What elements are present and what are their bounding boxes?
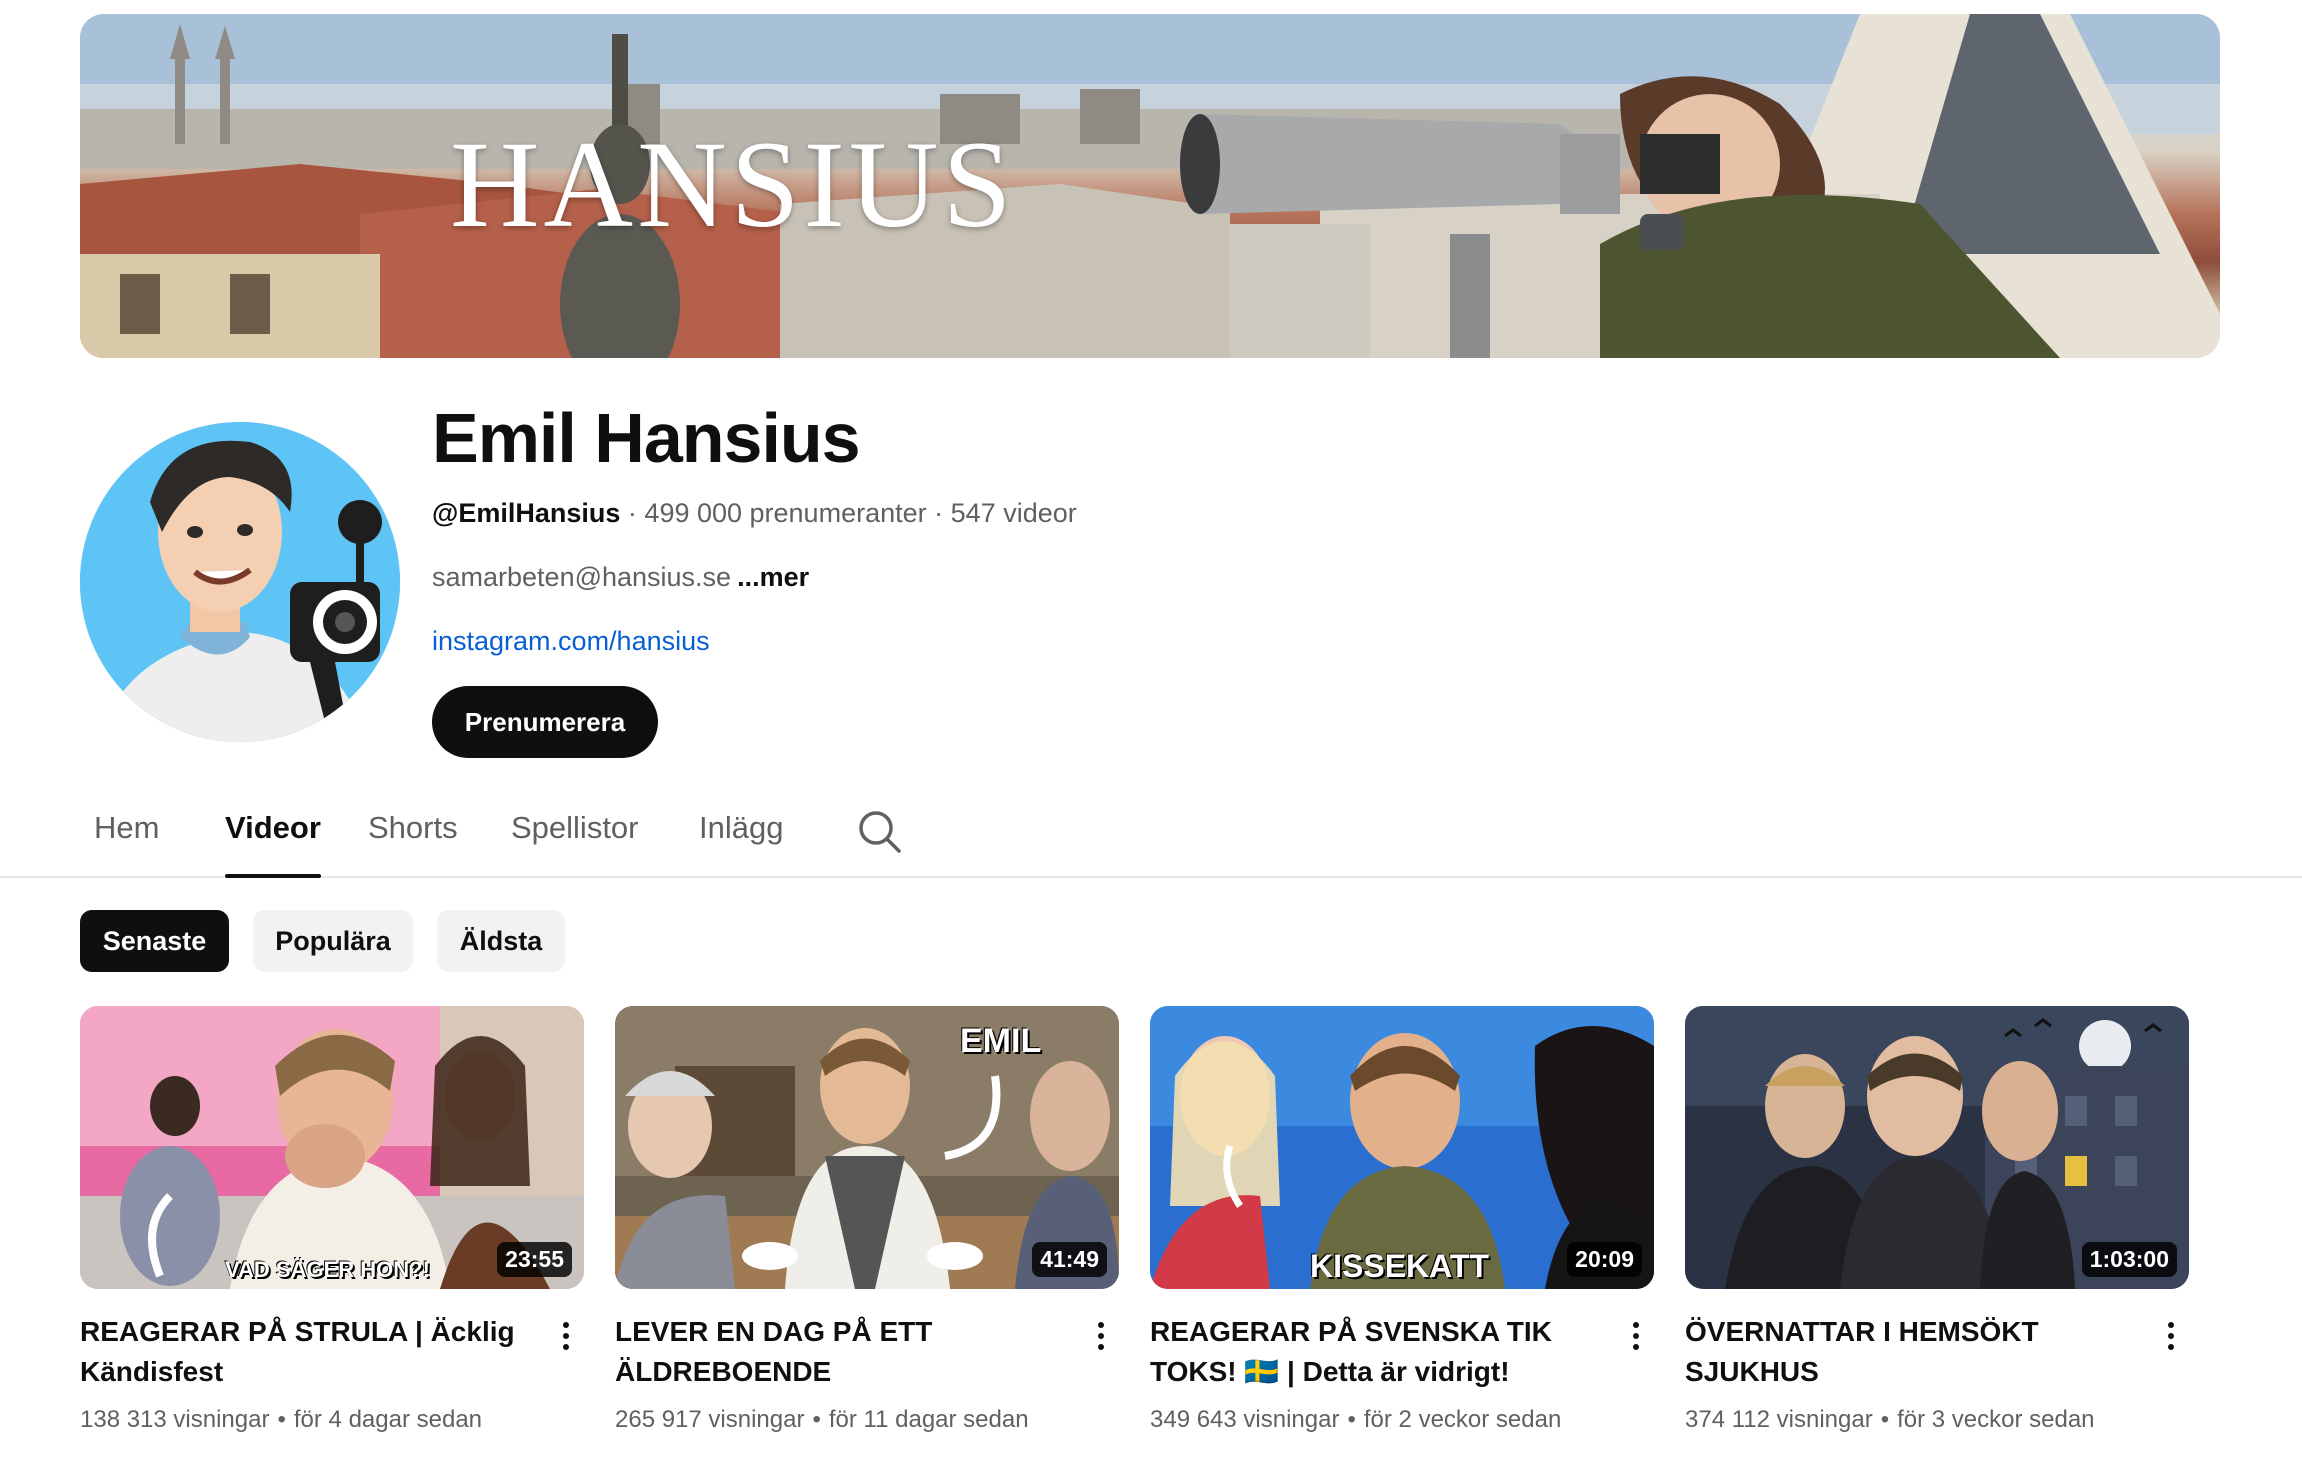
video-thumbnail[interactable]: VAD SÄGER HON?! 23:55	[80, 1006, 584, 1289]
channel-link[interactable]: instagram.com/hansius	[432, 626, 710, 657]
video-thumbnail[interactable]: KISSEKATT 20:09	[1150, 1006, 1654, 1289]
video-card[interactable]: VAD SÄGER HON?! 23:55 REAGERAR PÅ STRULA…	[80, 1006, 584, 1433]
banner-image	[80, 14, 2220, 358]
chip-senaste[interactable]: Senaste	[80, 910, 229, 972]
upload-age: för 4 dagar sedan	[293, 1406, 483, 1433]
video-stats: 349 643 visningar • för 2 veckor sedan	[1150, 1406, 1561, 1434]
video-card[interactable]: KISSEKATT 20:09 REAGERAR PÅ SVENSKA TIK …	[1150, 1006, 1654, 1433]
video-stats: 265 917 visningar • för 11 dagar sedan	[615, 1406, 1029, 1434]
video-title[interactable]: LEVER EN DAG PÅ ETT ÄLDREBOENDE	[615, 1312, 1055, 1392]
channel-tabs: Hem Videor Shorts Spellistor Inlägg	[0, 800, 2302, 878]
view-count: 138 313 visningar	[80, 1406, 270, 1433]
video-duration: 41:49	[1032, 1242, 1107, 1277]
stats-separator: •	[1880, 1406, 1890, 1433]
search-icon[interactable]	[856, 808, 902, 854]
video-card[interactable]: EMIL 41:49 LEVER EN DAG PÅ ETT ÄLDREBOEN…	[615, 1006, 1119, 1433]
video-thumbnail[interactable]: EMIL 41:49	[615, 1006, 1119, 1289]
more-vertical-icon[interactable]	[2159, 1316, 2183, 1356]
more-vertical-icon[interactable]	[1089, 1316, 1113, 1356]
tab-spellistor[interactable]: Spellistor	[511, 810, 639, 876]
video-duration: 20:09	[1567, 1242, 1642, 1277]
stats-separator: •	[277, 1406, 286, 1433]
thumbnail-caption: EMIL	[960, 1022, 1042, 1060]
video-count: 547 videor	[950, 498, 1077, 528]
video-thumbnail[interactable]: 1:03:00	[1685, 1006, 2189, 1289]
view-count: 374 112 visningar	[1685, 1406, 1873, 1433]
tab-shorts[interactable]: Shorts	[368, 810, 458, 876]
subscribe-button[interactable]: Prenumerera	[432, 686, 658, 758]
stats-separator: •	[1347, 1406, 1356, 1433]
chip-aldsta[interactable]: Äldsta	[437, 910, 565, 972]
more-vertical-icon[interactable]	[1624, 1316, 1648, 1356]
meta-separator: ·	[627, 498, 637, 528]
view-count: 349 643 visningar	[1150, 1406, 1340, 1433]
thumbnail-caption: VAD SÄGER HON?!	[225, 1257, 430, 1282]
video-card[interactable]: 1:03:00 ÖVERNATTAR I HEMSÖKT SJUKHUS 374…	[1685, 1006, 2189, 1433]
video-stats: 138 313 visningar • för 4 dagar sedan	[80, 1406, 482, 1434]
upload-age: för 2 veckor sedan	[1363, 1406, 1562, 1433]
more-link[interactable]: ...mer	[737, 562, 809, 592]
channel-handle[interactable]: @EmilHansius	[432, 498, 620, 528]
channel-meta: @EmilHansius · 499 000 prenumeranter · 5…	[432, 498, 1077, 529]
meta-separator: ·	[934, 498, 944, 528]
video-stats: 374 112 visningar • för 3 veckor sedan	[1685, 1406, 2095, 1434]
upload-age: för 11 dagar sedan	[828, 1406, 1029, 1433]
channel-name: Emil Hansius	[432, 399, 861, 477]
avatar-illustration	[80, 422, 400, 742]
video-duration: 23:55	[497, 1242, 572, 1277]
channel-banner: HANSIUS	[80, 14, 2220, 358]
stats-separator: •	[812, 1406, 821, 1433]
video-duration: 1:03:00	[2081, 1242, 2177, 1277]
video-title[interactable]: ÖVERNATTAR I HEMSÖKT SJUKHUS	[1685, 1312, 2125, 1392]
chip-populara[interactable]: Populära	[253, 910, 413, 972]
video-title[interactable]: REAGERAR PÅ SVENSKA TIK TOKS! 🇸🇪 | Detta…	[1150, 1312, 1590, 1392]
thumbnail-caption: KISSEKATT	[1310, 1248, 1489, 1284]
channel-description[interactable]: samarbeten@hansius.se ...mer	[432, 562, 809, 593]
more-vertical-icon[interactable]	[554, 1316, 578, 1356]
tab-hem[interactable]: Hem	[94, 810, 159, 876]
view-count: 265 917 visningar	[615, 1406, 805, 1433]
video-title[interactable]: REAGERAR PÅ STRULA | Äcklig Kändisfest	[80, 1312, 520, 1392]
subscriber-count: 499 000 prenumeranter	[644, 498, 927, 528]
tab-videor[interactable]: Videor	[225, 810, 321, 878]
banner-logo-text: HANSIUS	[450, 116, 1016, 253]
tab-inlagg[interactable]: Inlägg	[699, 810, 783, 876]
description-text: samarbeten@hansius.se	[432, 562, 732, 592]
upload-age: för 3 veckor sedan	[1897, 1406, 2095, 1433]
channel-avatar[interactable]	[80, 422, 400, 742]
